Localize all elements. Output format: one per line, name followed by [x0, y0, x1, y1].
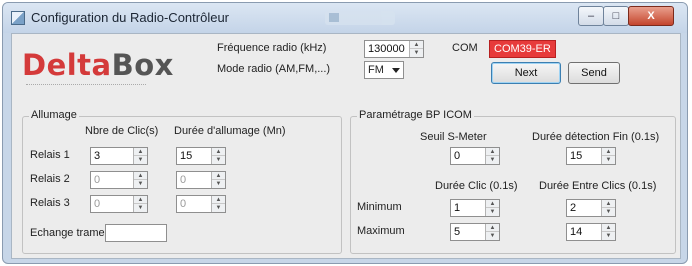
duree-clic-min-spinner[interactable]: 1 ▲ ▼ — [450, 199, 500, 217]
minimum-label: Minimum — [357, 201, 402, 213]
relais-3-label: Relais 3 — [30, 197, 70, 209]
maximum-label: Maximum — [357, 225, 405, 237]
com-port-status: COM39-ER — [489, 40, 556, 58]
maximize-button[interactable]: □ — [603, 6, 629, 26]
relais-1-duree-spinner[interactable]: 15 ▲ ▼ — [176, 147, 226, 165]
spin-up-icon[interactable]: ▲ — [602, 200, 615, 208]
spin-up-icon[interactable]: ▲ — [486, 224, 499, 232]
spin-down-icon[interactable]: ▼ — [410, 49, 423, 57]
app-window: Configuration du Radio-Contrôleur – □ X … — [2, 2, 688, 264]
allumage-title: Allumage — [29, 109, 79, 121]
chevron-down-icon — [392, 68, 400, 73]
entre-clics-max-spinner[interactable]: 14 ▲ ▼ — [566, 223, 616, 241]
spin-up-icon[interactable]: ▲ — [212, 196, 225, 204]
echange-trames-label: Echange trames — [30, 227, 111, 239]
minimize-button[interactable]: – — [578, 6, 604, 26]
spin-down-icon[interactable]: ▼ — [486, 208, 499, 216]
spin-up-icon[interactable]: ▲ — [134, 196, 147, 204]
spin-down-icon[interactable]: ▼ — [212, 156, 225, 164]
mode-label: Mode radio (AM,FM,...) — [217, 63, 331, 75]
duree-clic-header: Durée Clic (0.1s) — [435, 180, 518, 192]
seuil-spinner[interactable]: 0 ▲ ▼ — [450, 147, 500, 165]
relais-1-clics-spinner[interactable]: 3 ▲ ▼ — [90, 147, 148, 165]
spin-down-icon[interactable]: ▼ — [602, 156, 615, 164]
client-area: DeltaBox Fréquence radio (kHz) 130000 ▲ ▼… — [11, 33, 681, 259]
relais-2-duree-spinner[interactable]: 0 ▲ ▼ — [176, 171, 226, 189]
com-label: COM — [452, 42, 478, 54]
spin-down-icon[interactable]: ▼ — [212, 204, 225, 212]
clics-column-header: Nbre de Clic(s) — [85, 125, 159, 137]
spin-up-icon[interactable]: ▲ — [212, 172, 225, 180]
app-icon — [11, 11, 25, 25]
relais-2-clics-spinner[interactable]: 0 ▲ ▼ — [90, 171, 148, 189]
spin-down-icon[interactable]: ▼ — [134, 180, 147, 188]
spin-up-icon[interactable]: ▲ — [486, 148, 499, 156]
entre-clics-min-spinner[interactable]: 2 ▲ ▼ — [566, 199, 616, 217]
spin-down-icon[interactable]: ▼ — [602, 208, 615, 216]
relais-3-clics-spinner[interactable]: 0 ▲ ▼ — [90, 195, 148, 213]
spin-up-icon[interactable]: ▲ — [134, 172, 147, 180]
duree-clic-max-spinner[interactable]: 5 ▲ ▼ — [450, 223, 500, 241]
close-button[interactable]: X — [628, 6, 674, 26]
window-title: Configuration du Radio-Contrôleur — [31, 10, 230, 25]
spin-down-icon[interactable]: ▼ — [602, 232, 615, 240]
echange-trames-field[interactable] — [105, 224, 167, 242]
entre-clics-header: Durée Entre Clics (0.1s) — [539, 180, 657, 192]
title-bar[interactable]: Configuration du Radio-Contrôleur – □ X — [3, 3, 687, 33]
spin-up-icon[interactable]: ▲ — [602, 148, 615, 156]
spin-up-icon[interactable]: ▲ — [410, 41, 423, 49]
duree-column-header: Durée d'allumage (Mn) — [174, 125, 286, 137]
spin-down-icon[interactable]: ▼ — [134, 204, 147, 212]
spin-up-icon[interactable]: ▲ — [212, 148, 225, 156]
logo-tagline-line — [26, 84, 146, 87]
relais-1-label: Relais 1 — [30, 149, 70, 161]
deltabox-logo: DeltaBox — [22, 48, 174, 82]
spin-up-icon[interactable]: ▲ — [602, 224, 615, 232]
frequency-spinner[interactable]: 130000 ▲ ▼ — [364, 40, 424, 58]
background-window-tab — [325, 11, 395, 25]
relais-3-duree-spinner[interactable]: 0 ▲ ▼ — [176, 195, 226, 213]
bp-icom-title: Paramétrage BP ICOM — [357, 109, 474, 121]
detection-spinner[interactable]: 15 ▲ ▼ — [566, 147, 616, 165]
spin-down-icon[interactable]: ▼ — [134, 156, 147, 164]
seuil-label: Seuil S-Meter — [420, 131, 487, 143]
spin-down-icon[interactable]: ▼ — [212, 180, 225, 188]
detection-label: Durée détection Fin (0.1s) — [532, 131, 660, 143]
spin-down-icon[interactable]: ▼ — [486, 156, 499, 164]
frequency-label: Fréquence radio (kHz) — [217, 42, 327, 54]
spin-up-icon[interactable]: ▲ — [486, 200, 499, 208]
spin-down-icon[interactable]: ▼ — [486, 232, 499, 240]
relais-2-label: Relais 2 — [30, 173, 70, 185]
spin-up-icon[interactable]: ▲ — [134, 148, 147, 156]
mode-select[interactable]: FM — [364, 61, 404, 79]
send-button[interactable]: Send — [568, 62, 620, 84]
next-button[interactable]: Next — [491, 62, 561, 84]
